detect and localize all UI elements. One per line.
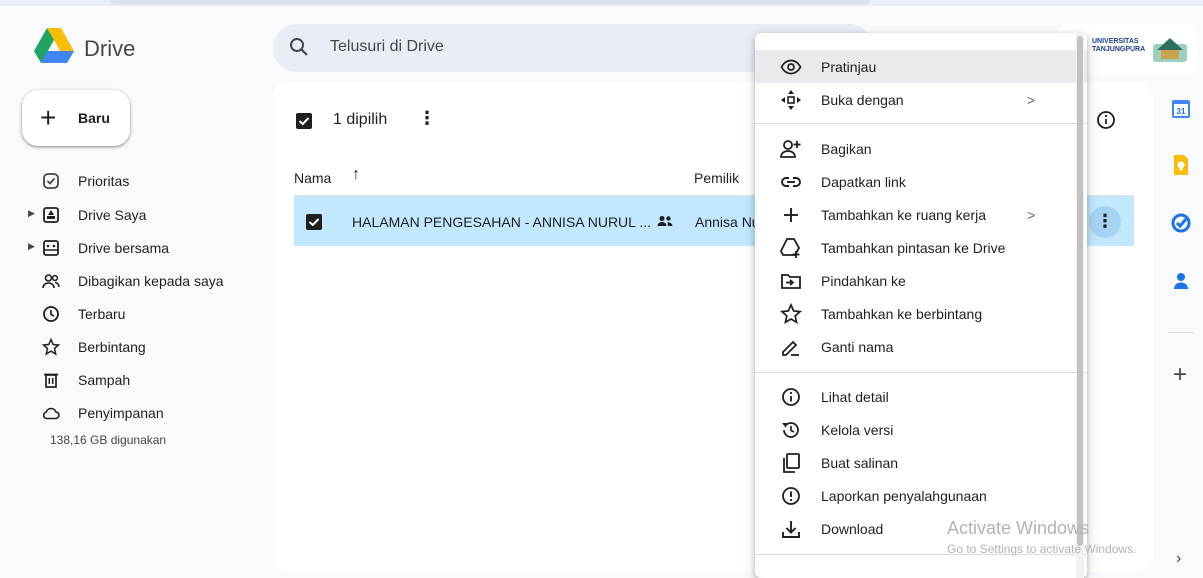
copy-icon [780, 452, 802, 474]
menu-item-label: Tambahkan ke ruang kerja [821, 207, 986, 223]
sidebar-item-label: Berbintang [78, 339, 146, 355]
download-icon [780, 518, 802, 540]
menu-item-label: Lihat detail [821, 389, 889, 405]
sidebar-item-priority[interactable]: Prioritas [14, 165, 254, 197]
svg-text:31: 31 [1177, 107, 1186, 116]
clock-icon [42, 305, 60, 323]
star-outline-icon [780, 303, 802, 325]
sidebar-item-label: Drive Saya [78, 207, 147, 223]
address-bar[interactable] [110, 0, 870, 5]
activation-watermark-title: Activate Windows [947, 518, 1090, 538]
storage-usage-text: 138,16 GB digunakan [50, 433, 167, 447]
shared-with-me-icon [42, 272, 60, 290]
menu-divider [755, 372, 1087, 373]
organization-name: UNIVERSITAS TANJUNGPURA [1092, 38, 1146, 53]
menu-scrollbar-thumb[interactable] [1077, 36, 1083, 546]
history-icon [780, 419, 802, 441]
sidebar-item-my-drive[interactable]: ▶ Drive Saya [14, 199, 254, 231]
shared-drive-icon [42, 239, 60, 257]
pencil-icon [780, 336, 802, 358]
menu-item-label: Download [821, 521, 884, 537]
sidebar-item-label: Sampah [78, 372, 131, 388]
sort-arrow-up-icon[interactable]: ↑ [352, 166, 360, 184]
submenu-arrow-icon: > [1027, 92, 1036, 108]
tasks-icon[interactable] [1169, 211, 1193, 235]
person-add-icon [780, 138, 802, 160]
keep-icon[interactable] [1169, 153, 1193, 177]
file-owner: Annisa Nurul [695, 214, 755, 230]
file-name[interactable]: HALAMAN PENGESAHAN - ANNISA NURUL ... [352, 214, 651, 230]
menu-item-label: Kelola versi [821, 422, 894, 438]
expand-arrow-icon[interactable]: ▶ [28, 208, 35, 219]
cloud-icon [42, 404, 60, 422]
add-addon-icon[interactable]: + [1173, 361, 1187, 389]
submenu-arrow-icon: > [1027, 207, 1036, 223]
sidebar-item-storage[interactable]: Penyimpanan [14, 397, 254, 429]
expand-arrow-icon[interactable]: ▶ [28, 241, 35, 252]
menu-item-label: Dapatkan link [821, 174, 906, 190]
menu-highlight [755, 50, 1087, 83]
eye-icon [780, 56, 802, 78]
selection-count: 1 dipilih [333, 111, 388, 128]
menu-divider [755, 123, 1087, 124]
sidebar-item-label: Prioritas [78, 173, 130, 189]
rail-divider [1168, 332, 1194, 333]
more-options-icon[interactable]: ⋮ [418, 108, 436, 129]
menu-item-label: Buat salinan [821, 455, 899, 471]
menu-item-label: Tambahkan ke berbintang [821, 306, 983, 322]
sidebar-item-starred[interactable]: Berbintang [14, 331, 254, 363]
drive-logo-icon[interactable] [34, 28, 74, 64]
organization-logo-icon[interactable] [1153, 36, 1187, 62]
search-placeholder[interactable]: Telusuri di Drive [330, 38, 444, 56]
column-header-name[interactable]: Nama [294, 170, 331, 186]
my-drive-icon [42, 206, 60, 224]
sidebar-item-shared-drives[interactable]: ▶ Drive bersama [14, 232, 254, 264]
report-icon [780, 485, 802, 507]
menu-item-label: Pindahkan ke [821, 273, 906, 289]
menu-item-label: Ganti nama [821, 339, 894, 355]
new-button-label: Baru [78, 110, 110, 126]
drive-shortcut-icon [780, 237, 802, 259]
column-header-owner[interactable]: Pemilik [694, 170, 739, 186]
row-more-options-icon[interactable]: ⋮ [1089, 206, 1121, 238]
app-name[interactable]: Drive [84, 36, 135, 62]
sidebar-item-recent[interactable]: Terbaru [14, 298, 254, 330]
priority-icon [42, 172, 60, 190]
menu-item-label: Laporkan penyalahgunaan [821, 488, 987, 504]
info-icon [780, 386, 802, 408]
star-icon [42, 338, 60, 356]
shared-people-icon [656, 212, 674, 230]
sidebar-item-label: Drive bersama [78, 240, 170, 256]
info-icon[interactable] [1094, 108, 1118, 132]
plus-icon [780, 204, 802, 226]
sidebar-item-label: Dibagikan kepada saya [78, 273, 224, 289]
sidebar-item-label: Terbaru [78, 306, 126, 322]
new-button[interactable] [22, 90, 130, 146]
menu-item-label: Bagikan [821, 141, 872, 157]
contacts-icon[interactable] [1169, 269, 1193, 293]
trash-icon [42, 371, 60, 389]
menu-item-label: Buka dengan [821, 92, 904, 108]
link-icon [780, 171, 802, 193]
menu-item-label: Tambahkan pintasan ke Drive [821, 240, 1006, 256]
sidebar-item-label: Penyimpanan [78, 405, 164, 421]
select-all-checkbox[interactable] [296, 113, 312, 129]
move-arrows-icon [780, 89, 802, 111]
calendar-icon[interactable]: 31 [1169, 97, 1193, 121]
sidebar-item-trash[interactable]: Sampah [14, 364, 254, 396]
plus-icon: + [40, 102, 57, 133]
sidebar-item-shared-with-me[interactable]: Dibagikan kepada saya [14, 265, 254, 297]
search-icon[interactable] [288, 36, 310, 58]
move-to-folder-icon [780, 270, 802, 292]
chevron-right-icon[interactable]: › [1176, 550, 1181, 568]
row-checkbox[interactable] [306, 214, 322, 230]
activation-watermark-subtitle: Go to Settings to activate Windows. [947, 542, 1137, 556]
menu-item-label: Pratinjau [821, 59, 877, 75]
